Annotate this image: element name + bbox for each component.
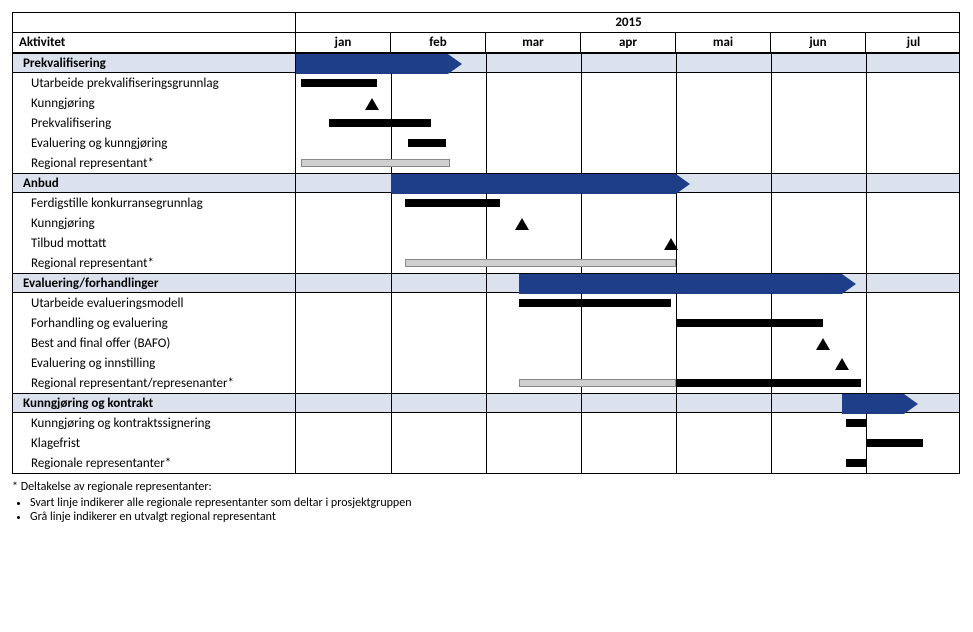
activity-header: Aktivitet: [13, 33, 296, 52]
task-p1-3: Evaluering og kunngjøring: [13, 133, 959, 153]
phase-3-label: Evaluering/forhandlinger: [13, 274, 296, 292]
task-p1-2: Prekvalifisering: [13, 113, 959, 133]
task-p1-2-label: Prekvalifisering: [13, 113, 296, 133]
task-p3-0-bar: [519, 299, 671, 307]
header-months-row: Aktivitet jan feb mar apr mai jun jul: [13, 33, 959, 53]
month-mai: mai: [676, 33, 771, 52]
footnote-item-0: Svart linje indikerer alle regionale rep…: [30, 496, 960, 510]
task-p4-0-label: Kunngjøring og kontraktssignering: [13, 413, 296, 433]
task-p4-1: Klagefrist: [13, 433, 959, 453]
task-p2-2: Tilbud mottatt: [13, 233, 959, 253]
task-p1-4-bar: [301, 159, 450, 167]
task-p4-2-label: Regionale representanter*: [13, 453, 296, 473]
footnote: * Deltakelse av regionale representanter…: [12, 480, 960, 524]
milestone-p2-1-icon: [515, 218, 529, 230]
task-p1-3-label: Evaluering og kunngjøring: [13, 133, 296, 153]
task-p4-0-bar: [846, 419, 866, 427]
task-p3-4-bar-black: [676, 379, 861, 387]
gantt-chart: 2015 Aktivitet jan feb mar apr mai jun j…: [12, 12, 960, 474]
header-year-row: 2015: [13, 13, 959, 33]
task-p3-4-label: Regional representant/represenanter*: [13, 373, 296, 393]
phase-4-bar: [842, 394, 904, 414]
task-p2-3: Regional representant*: [13, 253, 959, 273]
task-p2-3-bar: [405, 259, 676, 267]
activity-header-blank: [13, 13, 296, 32]
task-p1-0: Utarbeide prekvalifiseringsgrunnlag: [13, 73, 959, 93]
milestone-p1-1-icon: [365, 98, 379, 110]
footnote-title: * Deltakelse av regionale representanter…: [12, 480, 960, 494]
phase-1-arrow-icon: [448, 54, 462, 74]
task-p1-1-label: Kunngjøring: [13, 93, 296, 113]
task-p3-4-bar-gray: [519, 379, 676, 387]
task-p1-2-bar: [329, 119, 431, 127]
phase-3-bar: [519, 274, 842, 294]
month-apr: apr: [581, 33, 676, 52]
task-p3-2: Best and final offer (BAFO): [13, 333, 959, 353]
month-mar: mar: [486, 33, 581, 52]
task-p3-1-bar: [676, 319, 823, 327]
task-p3-1: Forhandling og evaluering: [13, 313, 959, 333]
phase-2: Anbud: [13, 173, 959, 193]
task-p2-1-label: Kunngjøring: [13, 213, 296, 233]
phase-3-arrow-icon: [842, 274, 856, 294]
task-p2-0-label: Ferdigstille konkurransegrunnlag: [13, 193, 296, 213]
task-p3-2-label: Best and final offer (BAFO): [13, 333, 296, 353]
task-p2-3-label: Regional representant*: [13, 253, 296, 273]
phase-2-label: Anbud: [13, 174, 296, 192]
task-p4-0: Kunngjøring og kontraktssignering: [13, 413, 959, 433]
task-p1-0-bar: [301, 79, 377, 87]
phase-1-label: Prekvalifisering: [13, 54, 296, 72]
task-p4-2: Regionale representanter*: [13, 453, 959, 473]
task-p3-0-label: Utarbeide evalueringsmodell: [13, 293, 296, 313]
month-feb: feb: [391, 33, 486, 52]
phase-4-label: Kunngjøring og kontrakt: [13, 394, 296, 412]
task-p3-1-label: Forhandling og evaluering: [13, 313, 296, 333]
phase-3: Evaluering/forhandlinger: [13, 273, 959, 293]
phase-2-arrow-icon: [676, 174, 690, 194]
footnote-list: Svart linje indikerer alle regionale rep…: [12, 496, 960, 524]
footnote-item-1: Grå linje indikerer en utvalgt regional …: [30, 510, 960, 524]
task-p1-4: Regional representant*: [13, 153, 959, 173]
phase-1: Prekvalifisering: [13, 53, 959, 73]
task-p4-1-label: Klagefrist: [13, 433, 296, 453]
task-p3-3-label: Evaluering og innstilling: [13, 353, 296, 373]
milestone-p3-3-icon: [835, 358, 849, 370]
phase-4-arrow-icon: [904, 394, 918, 414]
month-jul: jul: [866, 33, 961, 52]
year-label: 2015: [296, 13, 961, 32]
month-jun: jun: [771, 33, 866, 52]
month-jan: jan: [296, 33, 391, 52]
phase-1-timeline: [296, 54, 961, 72]
task-p1-1: Kunngjøring: [13, 93, 959, 113]
task-p2-2-label: Tilbud mottatt: [13, 233, 296, 253]
task-p1-4-label: Regional representant*: [13, 153, 296, 173]
phase-1-bar: [296, 54, 448, 74]
task-p2-0-bar: [405, 199, 500, 207]
task-p4-1-bar: [866, 439, 923, 447]
task-p2-1: Kunngjøring: [13, 213, 959, 233]
phase-4: Kunngjøring og kontrakt: [13, 393, 959, 413]
task-p1-0-label: Utarbeide prekvalifiseringsgrunnlag: [13, 73, 296, 93]
task-p3-4: Regional representant/represenanter*: [13, 373, 959, 393]
task-p1-3-bar: [408, 139, 446, 147]
phase-2-bar: [391, 174, 676, 194]
task-p4-2-bar: [846, 459, 866, 467]
milestone-p3-2-icon: [816, 338, 830, 350]
task-p2-0: Ferdigstille konkurransegrunnlag: [13, 193, 959, 213]
task-p3-3: Evaluering og innstilling: [13, 353, 959, 373]
task-p3-0: Utarbeide evalueringsmodell: [13, 293, 959, 313]
milestone-p2-2-icon: [664, 238, 678, 250]
